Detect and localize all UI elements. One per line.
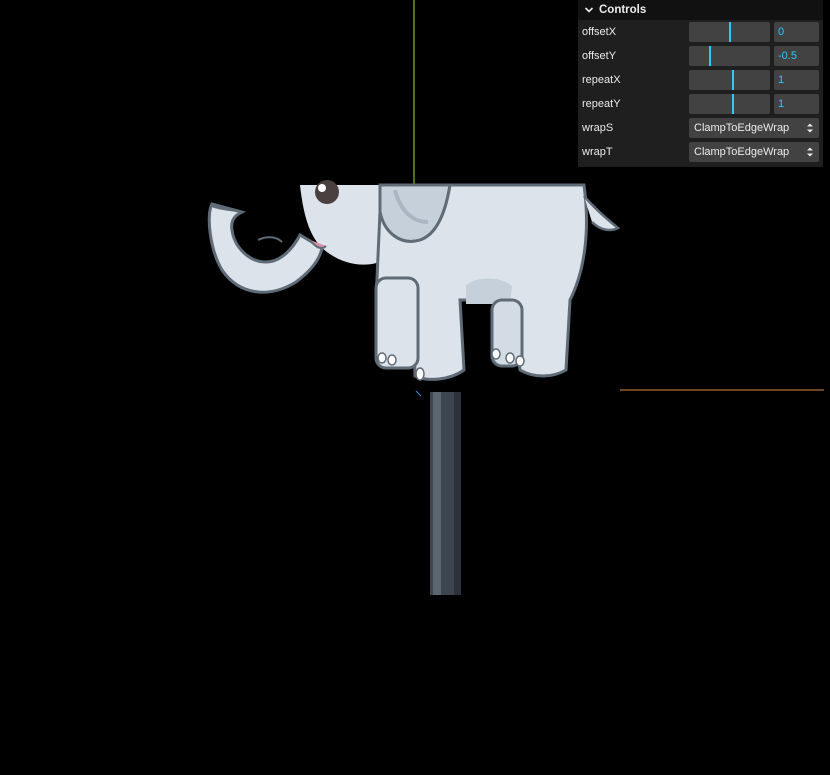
repeatY-number-input[interactable]: 1 [774, 94, 819, 114]
offsetY-number-input[interactable]: -0.5 [774, 46, 819, 66]
repeatX-slider[interactable] [689, 70, 770, 90]
offsetY-slider-knob[interactable] [709, 46, 711, 66]
offsetX-row: offsetX 0 [578, 20, 823, 44]
wrap-t-label: wrapT [582, 146, 613, 158]
up-down-caret-icon [806, 146, 814, 158]
wrap-s-value: ClampToEdgeWrap [694, 122, 790, 134]
offsetX-number-input[interactable]: 0 [774, 22, 819, 42]
elephant-texture [207, 180, 621, 381]
offsetX-slider[interactable] [689, 22, 770, 42]
wrap-s-label: wrapS [582, 122, 614, 134]
repeatX-label: repeatX [582, 74, 621, 86]
offsetY-label: offsetY [582, 50, 617, 62]
repeatY-row: repeatY 1 [578, 92, 823, 116]
controls-title-bar[interactable]: Controls [578, 0, 823, 20]
chevron-down-icon[interactable] [584, 5, 594, 15]
wrap-s-row: wrapS ClampToEdgeWrap [578, 116, 823, 140]
controls-panel: Controls offsetX 0 offsetY -0.5 repeatX 1 repe… [578, 0, 823, 167]
wrap-s-select[interactable]: ClampToEdgeWrap [689, 118, 819, 138]
wrap-t-select[interactable]: ClampToEdgeWrap [689, 142, 819, 162]
repeatY-slider-knob[interactable] [732, 94, 734, 114]
offsetX-slider-knob[interactable] [729, 22, 731, 42]
offsetY-row: offsetY -0.5 [578, 44, 823, 68]
wrap-t-value: ClampToEdgeWrap [694, 146, 790, 158]
repeatY-slider[interactable] [689, 94, 770, 114]
repeatY-label: repeatY [582, 98, 621, 110]
controls-title: Controls [599, 4, 647, 16]
repeatX-number-input[interactable]: 1 [774, 70, 819, 90]
wrap-t-row: wrapT ClampToEdgeWrap [578, 140, 823, 164]
repeatX-row: repeatX 1 [578, 68, 823, 92]
repeatX-slider-knob[interactable] [732, 70, 734, 90]
pole [430, 392, 461, 595]
up-down-caret-icon [806, 122, 814, 134]
offsetX-label: offsetX [582, 26, 617, 38]
z-axis-line [415, 390, 422, 397]
offsetY-slider[interactable] [689, 46, 770, 66]
